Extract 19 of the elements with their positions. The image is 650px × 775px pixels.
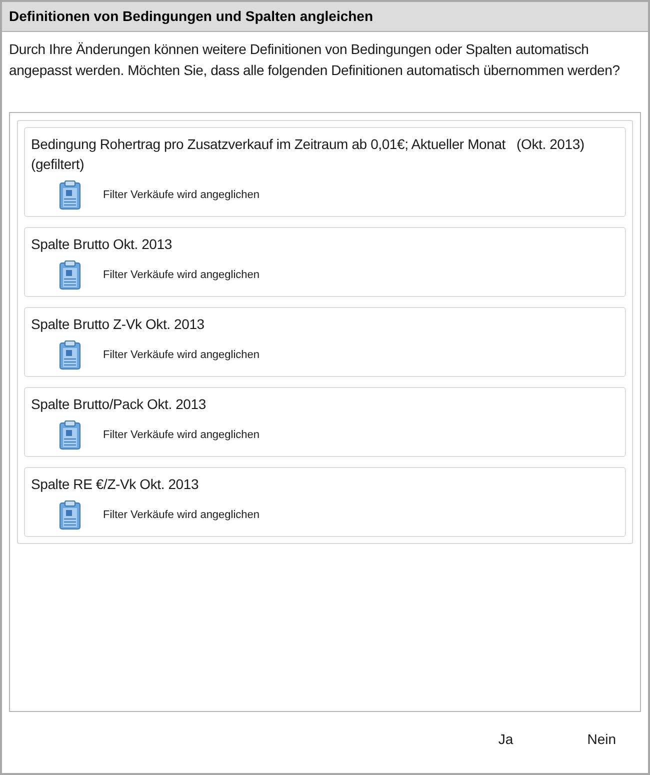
clipboard-icon [59,420,81,450]
dialog-button[interactable]: Ja [496,729,516,750]
definition-title: Bedingung Rohertrag pro Zusatzverkauf im Zeitraum ab 0,01€; Aktueller Monat (Okt. 2013) (gefiltert) [31,135,586,174]
detail-text: Filter Verkäufe wird angeglichen [103,428,260,443]
clipboard-icon [59,500,81,530]
clipboard-icon [59,180,81,210]
definition-title: Spalte Brutto Z-Vk Okt. 2013 [31,315,206,334]
detail-text: Filter Verkäufe wird angeglichen [103,348,260,363]
clipboard-icon [59,340,81,370]
clipboard-icon [59,260,81,290]
definition-title: Spalte RE €/Z-Vk Okt. 2013 [31,475,200,494]
detail-text: Filter Verkäufe wird angeglichen [103,508,260,523]
message-text: Durch Ihre Änderungen können weitere Definitionen von Bedingungen oder Spalten automatisch angepasst werden. Möchten Sie, dass alle folgenden Definitionen automatisch übernommen werden? [8,40,621,80]
detail-text: Filter Verkäufe wird angeglichen [103,268,260,283]
window-title: Definitionen von Bedingungen und Spalten angleichen [9,7,374,26]
definition-title: Spalte Brutto/Pack Okt. 2013 [31,395,207,414]
definition-title: Spalte Brutto Okt. 2013 [31,235,173,254]
detail-text: Filter Verkäufe wird angeglichen [103,188,260,203]
dialog-button[interactable]: Nein [585,729,618,750]
